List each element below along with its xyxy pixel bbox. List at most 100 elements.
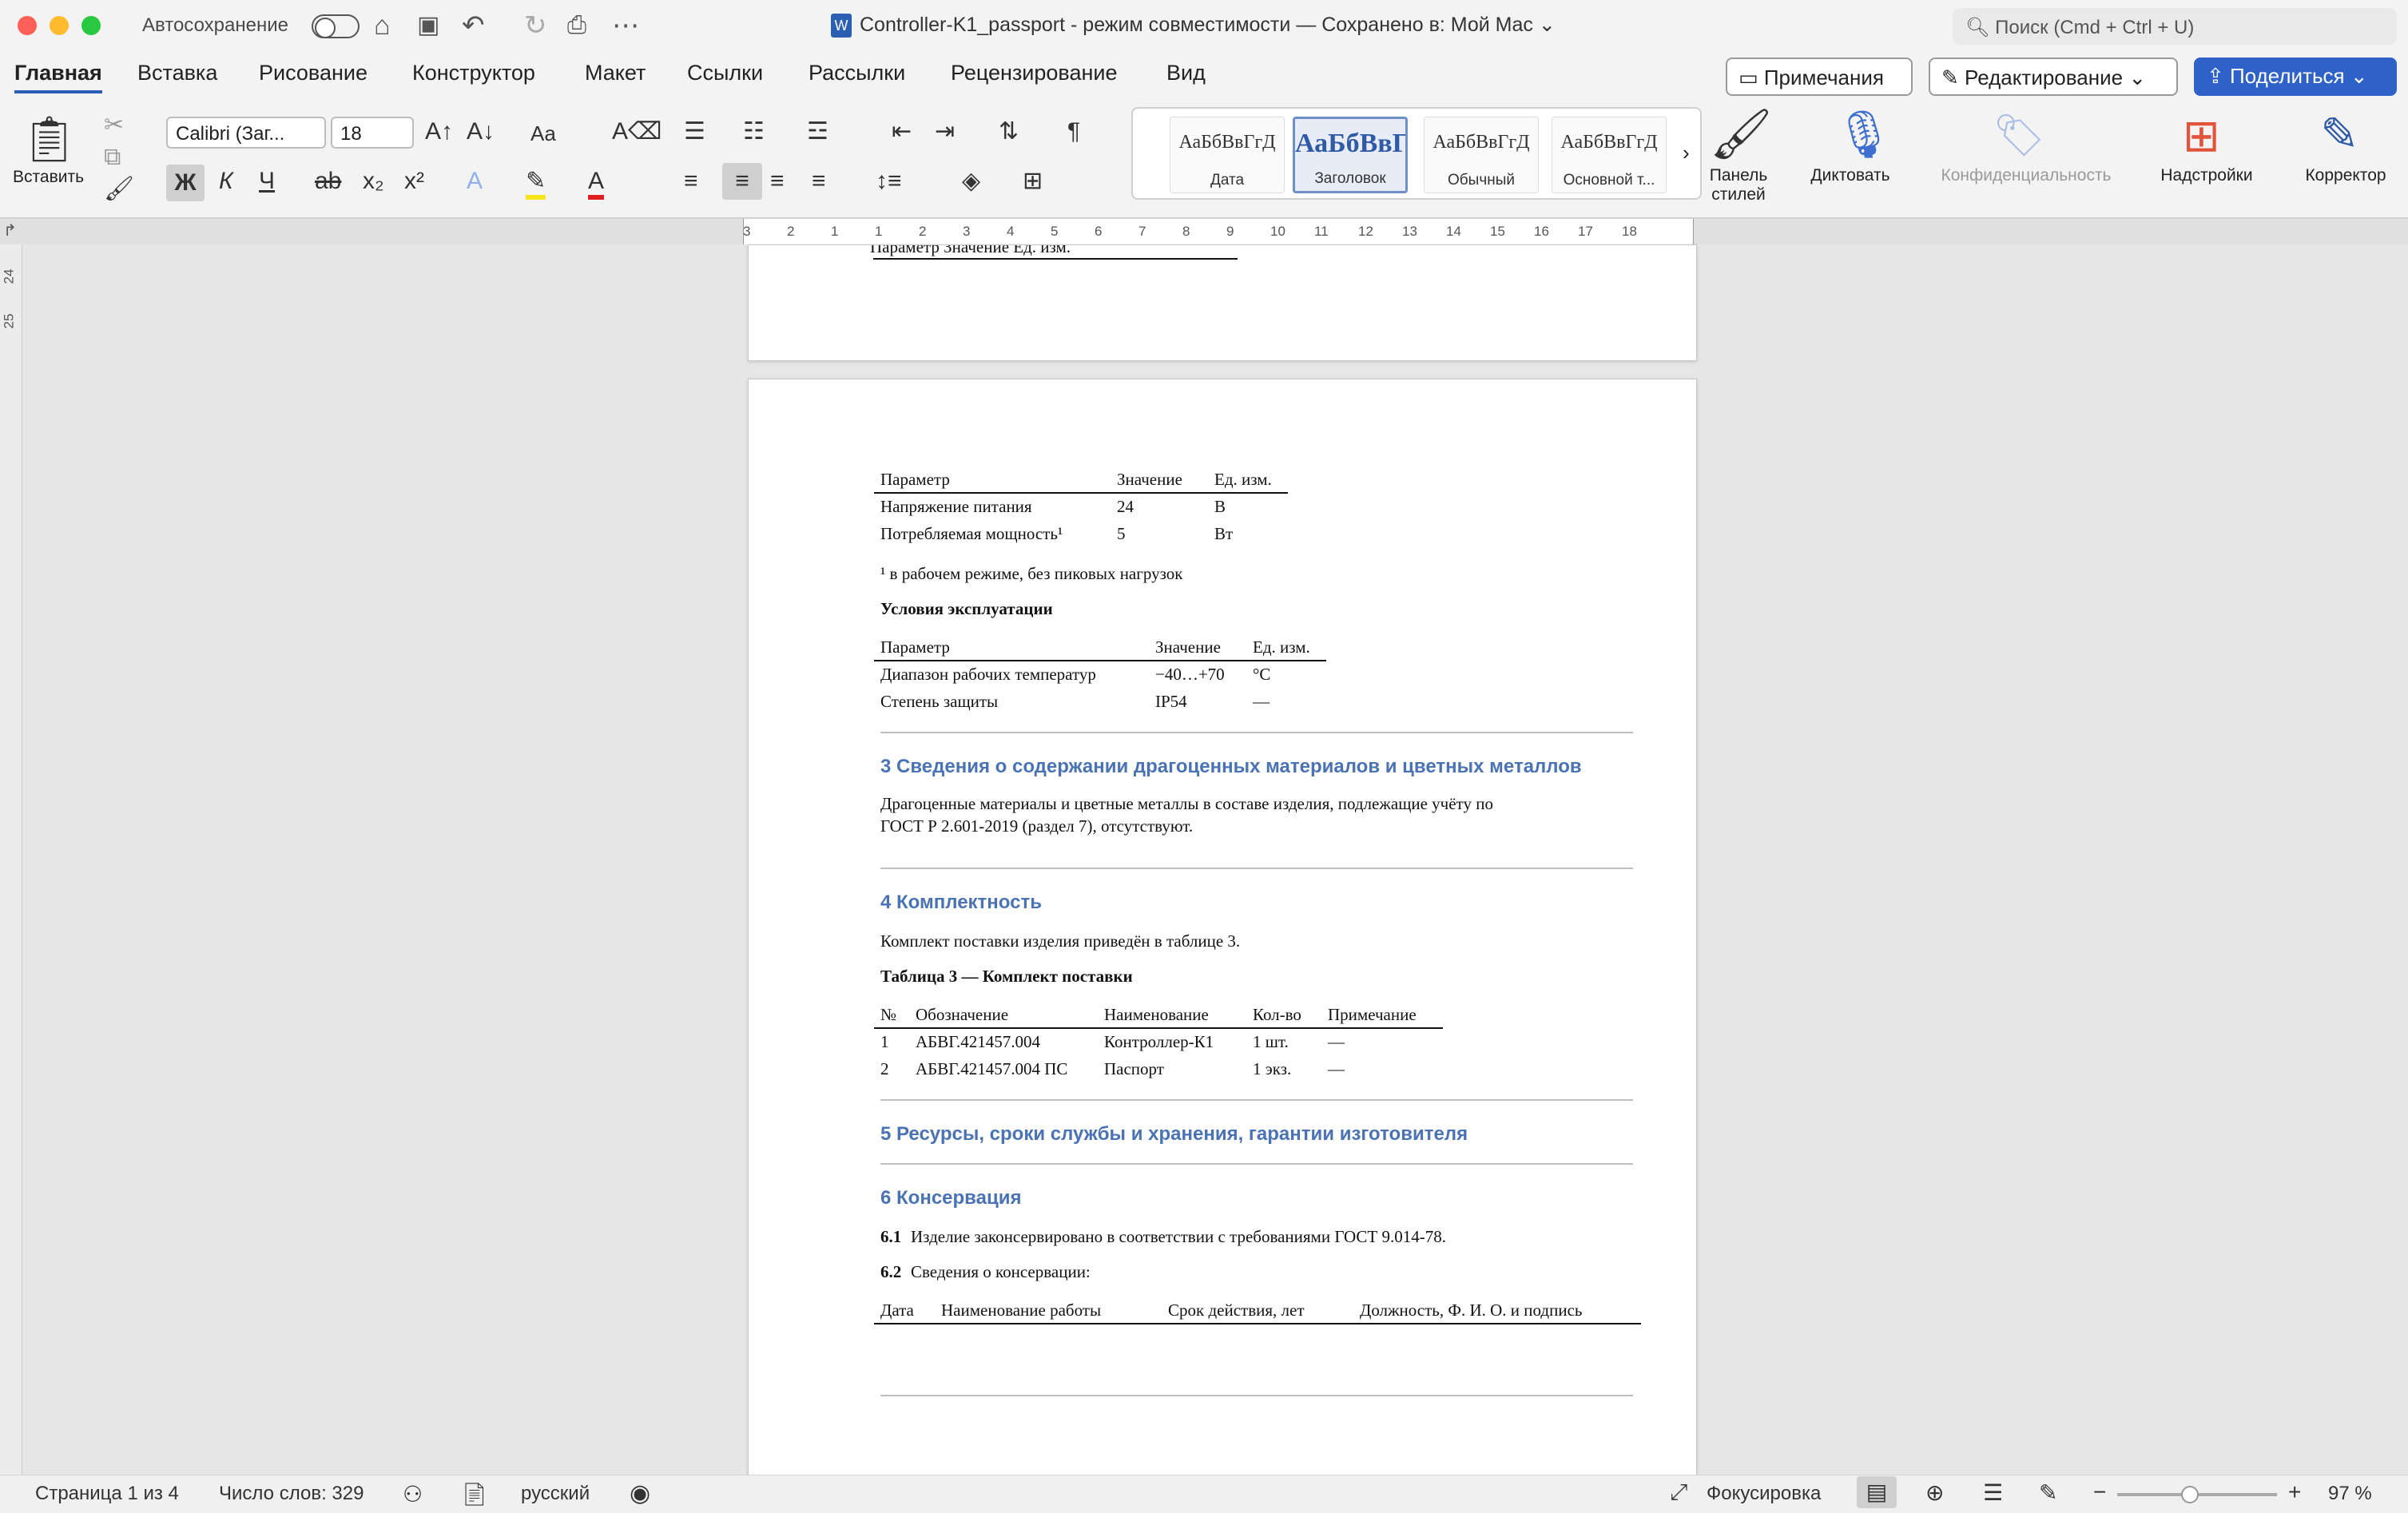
addins-label[interactable]: Надстройки <box>2152 166 2261 185</box>
styles-pane-label[interactable]: Панель стилей <box>1699 166 1778 205</box>
style-heading[interactable]: АаБбВвГ Заголовок <box>1293 117 1408 193</box>
pilcrow-icon[interactable]: ¶ <box>1067 118 1080 145</box>
autosave-toggle[interactable] <box>312 14 360 38</box>
home-icon[interactable]: ⌂ <box>374 10 391 42</box>
format-painter-icon[interactable]: 🖌︎ <box>104 176 134 203</box>
close-window-button[interactable] <box>18 16 37 35</box>
editor-icon[interactable]: ✎ <box>2320 109 2359 161</box>
word-count[interactable]: Число слов: 329 <box>219 1483 364 1505</box>
shading-icon[interactable]: ◈ <box>962 168 980 195</box>
sensitivity-icon[interactable]: 🏷︎ <box>1993 112 2045 160</box>
print-layout-icon[interactable]: ▤ <box>1857 1476 1897 1508</box>
page-count[interactable]: Страница 1 из 4 <box>35 1483 179 1505</box>
superscript-button[interactable]: x² <box>404 168 424 195</box>
language-indicator[interactable]: русский <box>521 1483 590 1505</box>
style-body[interactable]: АаБбВвГгД Основной т... <box>1552 117 1667 193</box>
tab-insert[interactable]: Вставка <box>137 61 217 85</box>
outline-view-icon[interactable]: ☰ <box>1983 1479 2003 1506</box>
sensitivity-label[interactable]: Конфиденциальность <box>1932 166 2120 185</box>
subscript-button[interactable]: x₂ <box>363 168 384 195</box>
bullets-icon[interactable]: ☰ <box>684 118 705 145</box>
tab-design[interactable]: Конструктор <box>412 61 535 85</box>
accessibility-icon[interactable]: ⚇ <box>403 1481 423 1507</box>
dictate-label[interactable]: Диктовать <box>1807 166 1893 185</box>
tab-selector-icon[interactable]: ↱ <box>3 220 17 240</box>
zoom-level[interactable]: 97 % <box>2328 1483 2372 1505</box>
clipboard-icon[interactable]: 📋︎ <box>21 115 77 163</box>
tab-review[interactable]: Рецензирование <box>951 61 1118 85</box>
underline-button[interactable]: Ч <box>259 168 275 195</box>
zoom-out-icon[interactable]: − <box>2093 1479 2106 1505</box>
style-normal[interactable]: АаБбВвГгД Обычный <box>1424 117 1539 193</box>
style-date[interactable]: АаБбВвГгД Дата <box>1170 117 1285 193</box>
align-left-icon[interactable]: ≡ <box>684 168 698 195</box>
page-previous[interactable]: Параметр Значение Ед. изм. <box>748 244 1697 361</box>
align-right-icon[interactable]: ≡ <box>770 168 785 195</box>
proofing-icon[interactable]: 📄︎ <box>460 1481 489 1507</box>
styles-pane-icon[interactable]: 🖌︎ <box>1710 109 1773 161</box>
style-sample: АаБбВвГгД <box>1560 132 1658 153</box>
microphone-icon[interactable]: 🎙︎ <box>1834 109 1893 161</box>
comments-button[interactable]: ▭ Примечания <box>1726 58 1913 96</box>
document-title[interactable]: W Controller-K1_passport - режим совмести… <box>831 13 1556 38</box>
zoom-slider-handle[interactable] <box>2181 1486 2199 1503</box>
ruler-text-area[interactable] <box>743 219 1694 244</box>
focus-mode-button[interactable]: Фокусировка <box>1707 1483 1821 1505</box>
align-center-icon[interactable]: ≡ <box>722 163 762 200</box>
more-icon[interactable]: ⋯ <box>612 10 639 42</box>
font-color-icon[interactable]: A <box>588 168 605 200</box>
zoom-in-icon[interactable]: + <box>2288 1479 2301 1505</box>
highlight-icon[interactable]: ✎ <box>526 168 546 200</box>
sort-icon[interactable]: ⇅ <box>999 118 1019 145</box>
tab-layout[interactable]: Макет <box>585 61 646 85</box>
italic-button[interactable]: К <box>219 168 233 195</box>
editing-button[interactable]: ✎ Редактирование ⌄ <box>1929 58 2178 96</box>
bold-button[interactable]: Ж <box>166 165 205 201</box>
scissors-icon[interactable]: ✂ <box>104 112 124 139</box>
undo-icon[interactable]: ↶ <box>462 10 485 42</box>
tab-view[interactable]: Вид <box>1166 61 1206 85</box>
justify-icon[interactable]: ≡ <box>812 168 826 195</box>
tab-references[interactable]: Ссылки <box>687 61 763 85</box>
paste-label[interactable]: Вставить <box>13 168 84 187</box>
tab-home[interactable]: Главная <box>14 61 102 93</box>
text-effects-icon[interactable]: A <box>467 168 483 195</box>
ruler-number: 3 <box>743 224 751 239</box>
change-case-button[interactable]: Aa <box>530 120 556 147</box>
web-layout-icon[interactable]: ⊕ <box>1925 1479 1944 1506</box>
increase-indent-icon[interactable]: ⇥ <box>935 118 955 145</box>
save-icon[interactable]: ▣ <box>417 10 439 42</box>
redo-icon[interactable]: ↻ <box>524 10 547 42</box>
share-button[interactable]: ⇪ Поделиться ⌄ <box>2194 58 2397 96</box>
font-name-select[interactable]: Calibri (Заг... <box>166 117 326 149</box>
chevron-right-icon[interactable]: › <box>1683 141 1690 165</box>
grow-font-icon[interactable]: A↑ <box>425 118 453 145</box>
t3-header-rule <box>874 1027 1443 1029</box>
borders-icon[interactable]: ⊞ <box>1023 168 1043 195</box>
clear-formatting-icon[interactable]: A⌫ <box>612 118 662 145</box>
font-size-select[interactable]: 18 <box>331 117 414 149</box>
minimize-window-button[interactable] <box>50 16 69 35</box>
search-input[interactable]: 🔍︎ Поиск (Cmd + Ctrl + U) <box>1953 8 2397 45</box>
editor-label[interactable]: Корректор <box>2291 166 2400 185</box>
section-divider <box>880 1099 1633 1101</box>
line-spacing-icon[interactable]: ↕≡ <box>876 168 902 195</box>
focus-icon[interactable]: ⤢ <box>1670 1479 1687 1506</box>
print-icon[interactable]: ⎙ <box>567 10 586 42</box>
strikethrough-button[interactable]: ab <box>315 168 341 195</box>
macro-record-icon[interactable]: ◉ <box>630 1479 650 1507</box>
numbering-icon[interactable]: ☷ <box>743 118 765 145</box>
styles-gallery[interactable]: АаБбВвГгД Дата АаБбВвГ Заголовок АаБбВвГгД… <box>1131 107 1702 200</box>
zoom-window-button[interactable] <box>81 16 101 35</box>
addins-icon[interactable]: ⊞ <box>2183 112 2220 160</box>
t3-header: Примечание <box>1328 1005 1417 1024</box>
multilevel-list-icon[interactable]: ☲ <box>807 118 828 145</box>
ruler-number: 4 <box>1007 224 1015 239</box>
shrink-font-icon[interactable]: A↓ <box>467 118 495 145</box>
tab-mailings[interactable]: Рассылки <box>809 61 905 85</box>
tab-draw[interactable]: Рисование <box>259 61 368 85</box>
decrease-indent-icon[interactable]: ⇤ <box>892 118 912 145</box>
copy-icon[interactable]: ⧉ <box>104 144 121 171</box>
draft-view-icon[interactable]: ✎ <box>2039 1479 2057 1506</box>
vertical-ruler[interactable]: 24 25 <box>0 244 22 1475</box>
